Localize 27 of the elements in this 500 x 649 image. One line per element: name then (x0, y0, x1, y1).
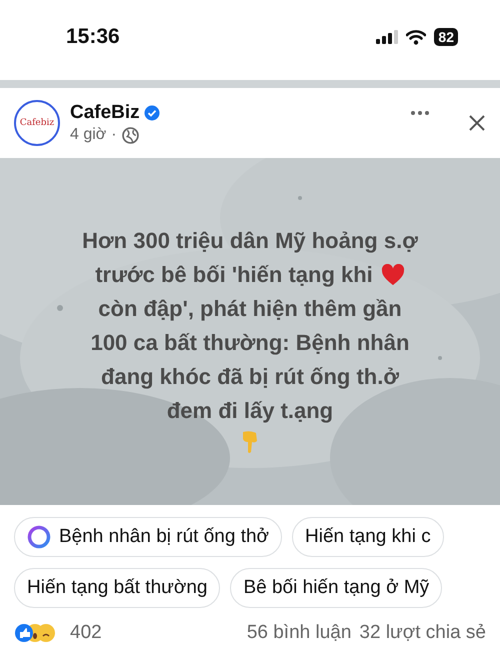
signal-icon (376, 30, 398, 44)
more-options-icon[interactable] (410, 110, 430, 116)
headline-line: còn đập', phát hiện thêm gần (98, 294, 402, 323)
post-time: 4 giờ (70, 126, 106, 144)
status-time: 15:36 (66, 25, 120, 49)
heart-icon (380, 264, 405, 286)
separator-dot: · (111, 126, 117, 144)
wifi-icon (406, 30, 426, 44)
headline-line: Hơn 300 triệu dân Mỹ hoảng s.ợ (82, 226, 418, 255)
topic-chip[interactable]: Hiến tạng khi c (292, 517, 444, 557)
headline-line: 100 ca bất thường: Bệnh nhân (90, 328, 410, 357)
close-icon[interactable] (468, 114, 486, 132)
headline-line: đem đi lấy t.ạng (166, 396, 334, 425)
topic-chip[interactable]: Bệnh nhân bị rút ống thở (14, 517, 282, 557)
pointing-hand-icon (240, 430, 260, 454)
share-count[interactable]: 32 lượt chia sẻ (359, 622, 486, 644)
topic-chip[interactable]: Bê bối hiến tạng ở Mỹ (230, 568, 442, 608)
headline-line: trước bê bối 'hiến tạng khi (95, 260, 373, 289)
comment-count[interactable]: 56 bình luận (246, 622, 352, 644)
headline-line: đang khóc đã bị rút ống th.ở (101, 362, 399, 391)
reaction-count[interactable]: 402 (70, 622, 102, 644)
battery-indicator: 82 (434, 28, 458, 46)
ring-icon (27, 525, 51, 549)
page-logo[interactable]: Cafebiz (14, 100, 60, 146)
globe-icon (122, 126, 139, 144)
topic-chip[interactable]: Hiến tạng bất thường (14, 568, 220, 608)
author-name[interactable]: CafeBiz (70, 102, 140, 124)
